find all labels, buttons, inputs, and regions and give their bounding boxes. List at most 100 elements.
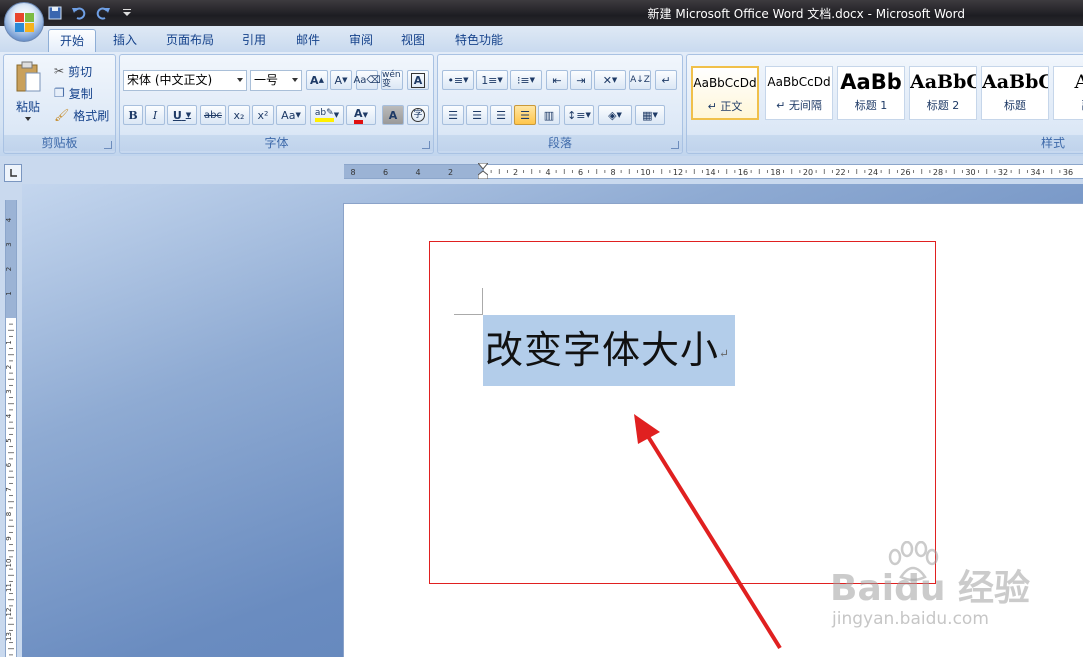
char-shading-button[interactable]: A (382, 105, 404, 125)
sort-icon: A↓Z (630, 75, 650, 85)
shrink-font-button[interactable]: A ▼ (330, 70, 352, 90)
highlighter-icon: ab✎ (314, 108, 334, 122)
font-size-combo[interactable]: 一号 (250, 70, 302, 91)
style-no-spacing[interactable]: AaBbCcDd ↵ 无间隔 (765, 66, 833, 120)
align-right-button[interactable]: ☰ (490, 105, 512, 125)
numbering-button[interactable]: 1≡ ▼ (476, 70, 508, 90)
align-left-button[interactable]: ☰ (442, 105, 464, 125)
underline-button[interactable]: U ▼ (167, 105, 197, 125)
format-painter-button[interactable]: 🖌 格式刷 (54, 105, 109, 125)
distributed-button[interactable]: ▥ (538, 105, 560, 125)
vertical-ruler[interactable]: 43211234567891011121314 (5, 200, 17, 657)
ruler-label: 13 (6, 632, 13, 641)
shading-button[interactable]: ◈ ▼ (598, 105, 632, 125)
font-color-button[interactable]: A ▼ (346, 105, 376, 125)
font-name-combo[interactable]: 宋体 (中文正文) (123, 70, 247, 91)
style-heading-1[interactable]: AaBb 标题 1 (837, 66, 905, 120)
strikethrough-icon: abc (204, 109, 222, 121)
cut-button[interactable]: ✂ 剪切 (54, 61, 92, 81)
format-painter-label: 格式刷 (73, 108, 110, 123)
italic-icon: I (152, 108, 158, 122)
title-bar: 新建 Microsoft Office Word 文档.docx - Micro… (0, 0, 1083, 26)
borders-icon: ▦ (642, 108, 653, 122)
paste-button[interactable]: 粘贴 (10, 59, 46, 129)
redo-icon[interactable] (94, 4, 112, 22)
style-heading-2[interactable]: AaBbC 标题 2 (909, 66, 977, 120)
tab-view[interactable]: 视图 (393, 29, 433, 52)
office-logo-icon (15, 13, 35, 33)
change-case-button[interactable]: Aa ▼ (276, 105, 306, 125)
ruler-label: 8 (6, 512, 13, 516)
copy-button[interactable]: ❐ 复制 (54, 83, 93, 103)
highlight-button[interactable]: ab✎ ▼ (310, 105, 344, 125)
paste-label: 粘贴 (15, 100, 40, 114)
clear-format-button[interactable]: Aa⌫ (353, 70, 381, 90)
tab-special-features[interactable]: 特色功能 (447, 29, 511, 52)
ruler-label: 28 (933, 168, 943, 177)
style-heading-1-label: 标题 1 (854, 99, 888, 112)
tab-insert[interactable]: 插入 (105, 29, 145, 52)
paragraph-launcher-icon[interactable] (671, 141, 679, 149)
customize-qat-icon[interactable] (118, 4, 136, 22)
chinese-layout-button[interactable]: ✕ ▼ (594, 70, 626, 90)
char-border-button[interactable]: A (407, 70, 429, 90)
decrease-indent-button[interactable]: ⇤ (546, 70, 568, 90)
grow-font-icon: A (310, 73, 319, 87)
ruler-label: 34 (1030, 168, 1040, 177)
sort-button[interactable]: A↓Z (629, 70, 651, 90)
undo-icon[interactable] (70, 4, 88, 22)
office-button[interactable] (4, 2, 44, 42)
justify-button[interactable]: ☰ (514, 105, 536, 125)
save-icon[interactable] (46, 4, 64, 22)
watermark-url: jingyan.baidu.com (832, 609, 989, 629)
ruler-label: 7 (6, 487, 13, 491)
horizontal-ruler[interactable]: 8 6 4 2 2 4 6 8 10 12 14 16 18 20 22 24 26 28 30 32 34 36 (344, 162, 1083, 180)
bullets-button[interactable]: •≡ ▼ (442, 70, 474, 90)
clipboard-launcher-icon[interactable] (104, 141, 112, 149)
font-name-value: 宋体 (中文正文) (127, 73, 213, 87)
align-center-icon: ☰ (472, 108, 482, 122)
tab-mailings[interactable]: 邮件 (288, 29, 328, 52)
strikethrough-button[interactable]: abc (200, 105, 226, 125)
ruler-label: 2 (448, 168, 453, 177)
ruler-label: 2 (6, 365, 13, 369)
ruler-label: 1 (6, 291, 13, 295)
paste-icon (16, 61, 41, 92)
ribbon-tabs: 开始 插入 页面布局 引用 邮件 审阅 视图 特色功能 (0, 26, 1083, 52)
multilevel-list-button[interactable]: ⁝≡ ▼ (510, 70, 542, 90)
show-marks-button[interactable]: ↵ (655, 70, 677, 90)
align-center-button[interactable]: ☰ (466, 105, 488, 125)
phonetic-guide-icon: wén 变 (382, 70, 401, 89)
subscript-button[interactable]: x₂ (228, 105, 250, 125)
styles-group: AaBbCcDd ↵ 正文 AaBbCcDd ↵ 无间隔 AaBb 标题 1 A… (686, 54, 1083, 154)
grow-font-button[interactable]: A ▲ (306, 70, 328, 90)
font-launcher-icon[interactable] (422, 141, 430, 149)
char-shading-icon: A (388, 108, 398, 122)
indent-marker-icon[interactable] (476, 162, 490, 180)
font-size-dropdown-icon (292, 78, 298, 82)
tab-references[interactable]: 引用 (234, 29, 274, 52)
ribbon: 粘贴 ✂ 剪切 ❐ 复制 🖌 格式刷 剪贴板 宋体 (中文正文) 一号 A ▲ A… (0, 52, 1083, 156)
char-border-icon: A (410, 72, 426, 88)
bullets-icon: •≡ (447, 73, 464, 87)
style-normal[interactable]: AaBbCcDd ↵ 正文 (691, 66, 759, 120)
enclose-char-button[interactable]: 字 (407, 105, 429, 125)
style-title[interactable]: AaBbC 标题 (981, 66, 1049, 120)
style-title-label: 标题 (1004, 99, 1026, 112)
increase-indent-button[interactable]: ⇥ (570, 70, 592, 90)
tab-home[interactable]: 开始 (48, 29, 96, 52)
superscript-button[interactable]: x² (252, 105, 274, 125)
ruler-label: 10 (6, 559, 13, 568)
decrease-indent-icon: ⇤ (552, 73, 562, 87)
line-spacing-button[interactable]: ↕≡ ▼ (564, 105, 594, 125)
style-subtitle[interactable]: Aa 副 (1053, 66, 1083, 120)
italic-button[interactable]: I (145, 105, 165, 125)
align-left-icon: ☰ (448, 108, 458, 122)
bold-button[interactable]: B (123, 105, 143, 125)
tab-review[interactable]: 审阅 (341, 29, 381, 52)
phonetic-guide-button[interactable]: wén 变 (381, 70, 403, 90)
tab-page-layout[interactable]: 页面布局 (158, 29, 222, 52)
borders-button[interactable]: ▦ ▼ (635, 105, 665, 125)
tab-selector[interactable] (4, 164, 22, 182)
style-normal-label: ↵ 正文 (707, 100, 743, 113)
